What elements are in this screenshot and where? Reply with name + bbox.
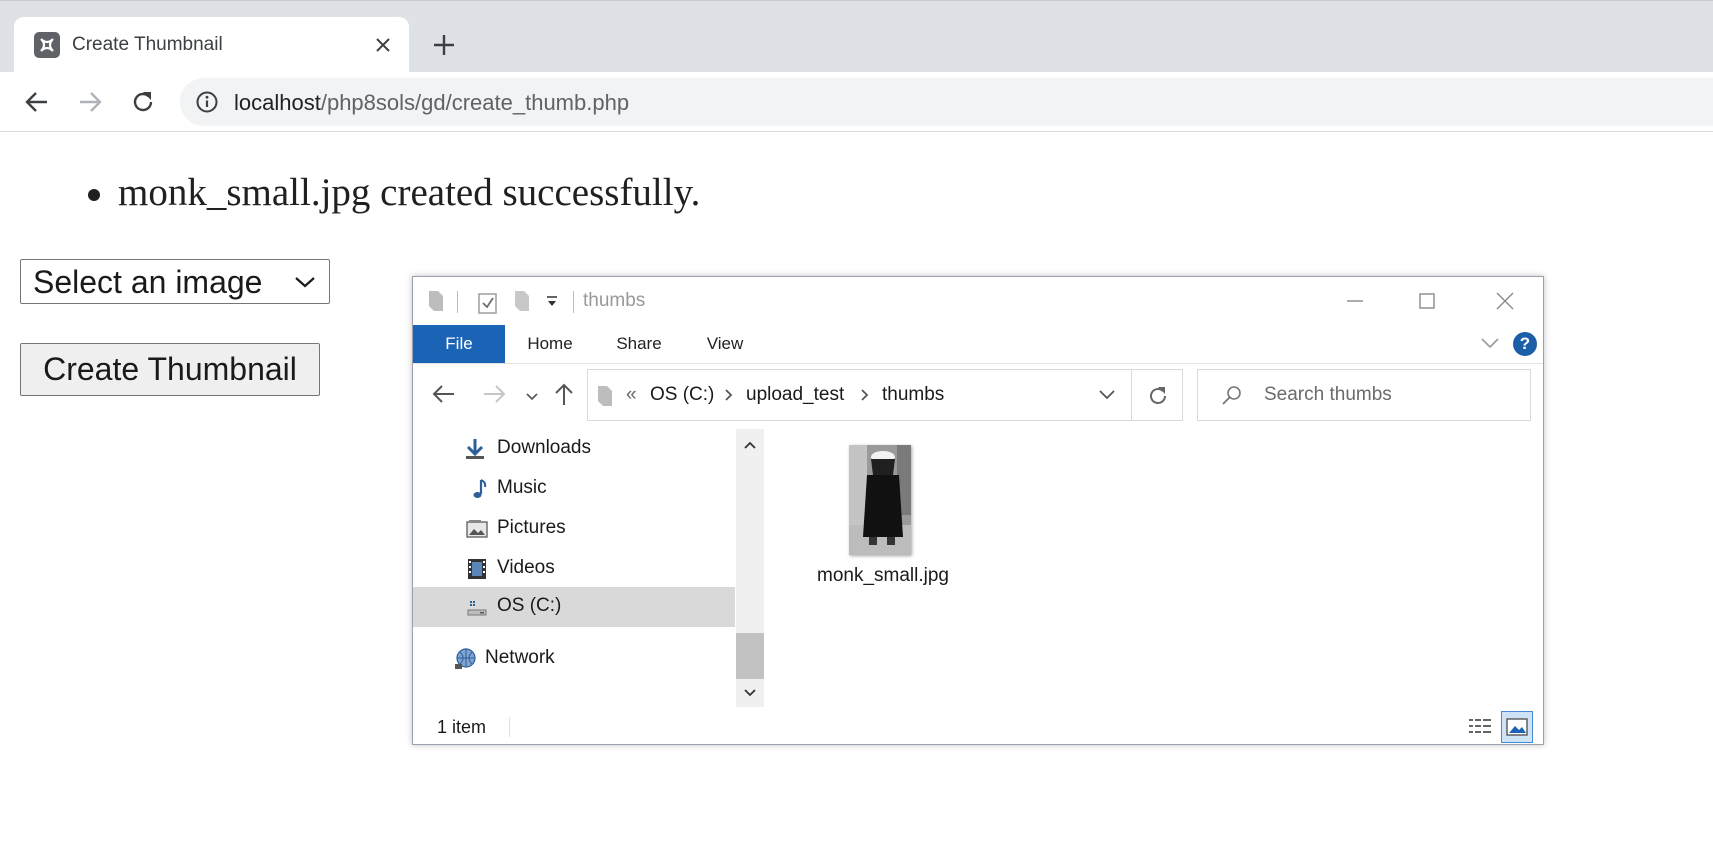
customize-toolbar-icon[interactable] — [545, 295, 559, 314]
breadcrumb-overflow[interactable]: « — [626, 384, 637, 406]
maximize-icon[interactable] — [1413, 287, 1441, 315]
tab-view[interactable]: View — [699, 325, 751, 363]
videos-icon — [465, 557, 489, 581]
drive-icon — [465, 595, 489, 619]
file-name: monk_small.jpg — [817, 565, 949, 586]
pictures-icon — [465, 517, 489, 541]
search-icon — [1220, 384, 1244, 413]
chevron-right-icon[interactable] — [860, 388, 870, 407]
chevron-up-icon[interactable] — [743, 437, 757, 455]
nav-label: Videos — [497, 557, 555, 578]
xampp-favicon-icon — [34, 32, 60, 58]
nav-item-os-c[interactable]: OS (C:) — [413, 587, 735, 627]
search-input[interactable]: Search thumbs — [1197, 369, 1531, 421]
minimize-icon[interactable] — [1341, 287, 1369, 315]
image-select[interactable]: Select an image — [20, 259, 330, 304]
status-bar: 1 item — [413, 709, 1543, 745]
chevron-down-icon[interactable] — [1098, 388, 1116, 406]
result-messages: monk_small.jpg created successfully. — [86, 170, 700, 215]
result-message: monk_small.jpg created successfully. — [86, 170, 700, 215]
breadcrumb-item[interactable]: upload_test — [746, 384, 844, 406]
tab-file[interactable]: File — [413, 325, 505, 363]
breadcrumb-item[interactable]: thumbs — [882, 384, 944, 406]
nav-label: Network — [485, 647, 555, 668]
nav-item-music[interactable]: Music — [413, 469, 735, 509]
image-select-value: Select an image — [33, 264, 263, 300]
forward-arrow-icon[interactable] — [481, 383, 507, 410]
back-arrow-icon[interactable] — [22, 87, 52, 117]
site-info-icon[interactable] — [195, 90, 219, 114]
explorer-titlebar: thumbs — [413, 277, 1543, 325]
chevron-right-icon[interactable] — [724, 388, 734, 407]
url-host: localhost — [234, 90, 321, 115]
recent-locations-icon[interactable] — [525, 389, 539, 407]
chevron-down-icon[interactable] — [743, 685, 757, 703]
large-icons-view-icon[interactable] — [1501, 711, 1533, 743]
expand-ribbon-icon[interactable] — [1479, 335, 1501, 356]
create-thumbnail-button[interactable]: Create Thumbnail — [20, 343, 320, 396]
network-icon — [453, 647, 477, 671]
file-explorer-window: thumbs File Home Share View ? « OS (C:) … — [412, 276, 1544, 745]
url-path: /php8sols/gd/create_thumb.php — [320, 90, 630, 115]
back-arrow-icon[interactable] — [431, 383, 457, 410]
item-count: 1 item — [437, 717, 487, 737]
nav-item-pictures[interactable]: Pictures — [413, 509, 735, 549]
nav-item-network[interactable]: Network — [413, 639, 735, 679]
result-message-text: monk_small.jpg created successfully. — [118, 171, 701, 214]
search-placeholder: Search thumbs — [1264, 384, 1392, 405]
nav-label: OS (C:) — [497, 595, 562, 616]
nav-item-downloads[interactable]: Downloads — [413, 429, 735, 469]
tab-share[interactable]: Share — [609, 325, 669, 363]
tab-strip: Create Thumbnail — [0, 0, 1713, 73]
nav-item-videos[interactable]: Videos — [413, 549, 735, 589]
nav-scrollbar[interactable] — [736, 429, 764, 707]
up-arrow-icon[interactable] — [553, 381, 575, 412]
explorer-title: thumbs — [583, 290, 646, 311]
new-folder-icon[interactable] — [513, 289, 531, 318]
reload-icon[interactable] — [128, 87, 158, 117]
refresh-icon — [1146, 384, 1170, 413]
tab-home[interactable]: Home — [519, 325, 581, 363]
browser-toolbar: localhost/php8sols/gd/create_thumb.php — [0, 72, 1713, 132]
bullet — [88, 189, 100, 201]
navigation-pane: Downloads Music Pictures Videos OS (C:) — [413, 429, 765, 707]
url-text: localhost/php8sols/gd/create_thumb.php — [234, 90, 629, 116]
folder-icon — [596, 384, 614, 413]
close-window-icon[interactable] — [1491, 287, 1519, 315]
nav-label: Downloads — [497, 437, 591, 458]
explorer-address-row: « OS (C:) upload_test thumbs Search thum… — [413, 369, 1543, 421]
close-tab-icon[interactable] — [369, 31, 397, 59]
properties-icon[interactable] — [477, 289, 499, 320]
downloads-icon — [463, 437, 487, 461]
forward-arrow-icon[interactable] — [75, 87, 105, 117]
details-view-icon[interactable] — [1465, 711, 1497, 743]
breadcrumb[interactable]: « OS (C:) upload_test thumbs — [587, 369, 1132, 421]
breadcrumb-item[interactable]: OS (C:) — [650, 384, 714, 406]
image-thumbnail — [849, 445, 911, 555]
chevron-down-icon — [293, 272, 317, 297]
address-bar[interactable]: localhost/php8sols/gd/create_thumb.php — [180, 78, 1713, 126]
help-icon[interactable]: ? — [1513, 332, 1537, 356]
tab-title: Create Thumbnail — [72, 34, 223, 55]
scroll-thumb[interactable] — [736, 633, 764, 679]
file-item[interactable]: monk_small.jpg — [813, 443, 953, 593]
new-tab-icon[interactable] — [430, 31, 458, 59]
ribbon-tabs: File Home Share View — [413, 325, 1543, 363]
music-icon — [467, 477, 491, 501]
nav-label: Pictures — [497, 517, 566, 538]
refresh-button[interactable] — [1131, 369, 1183, 421]
folder-icon — [427, 289, 445, 318]
browser-tab[interactable]: Create Thumbnail — [14, 17, 409, 73]
nav-label: Music — [497, 477, 547, 498]
